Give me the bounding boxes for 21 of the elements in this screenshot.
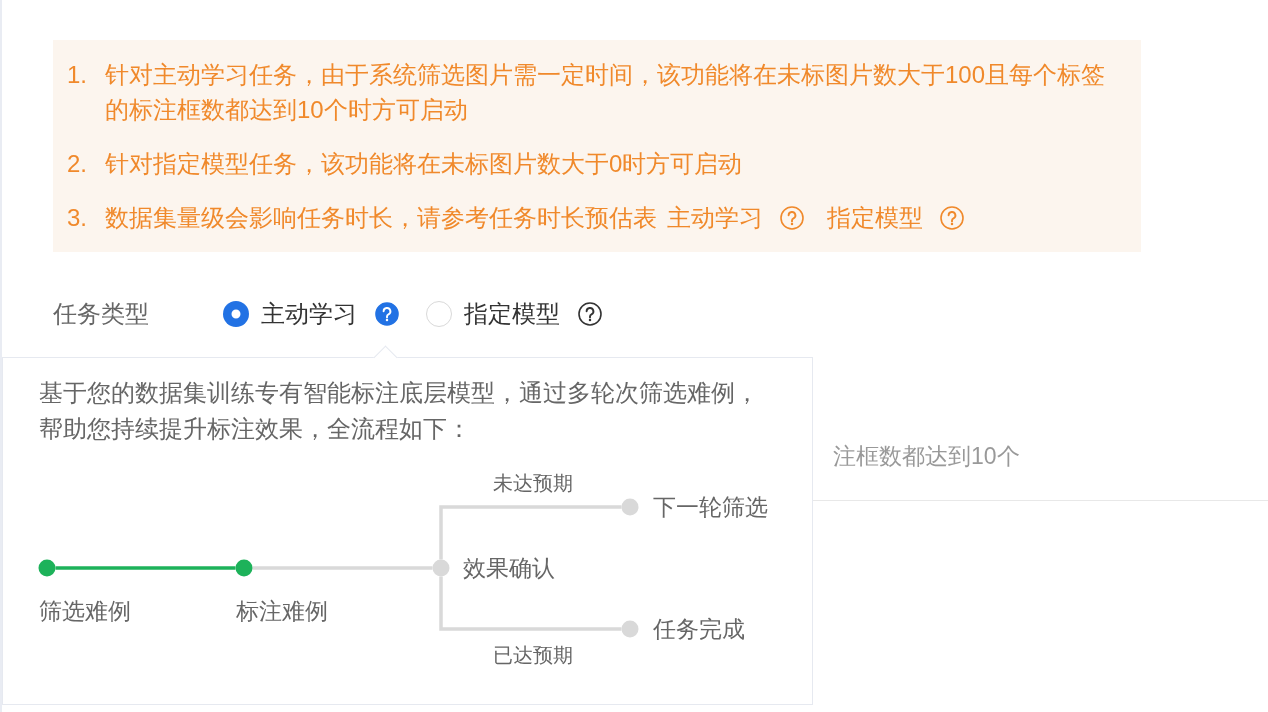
list-number: 2.	[67, 149, 88, 179]
list-number: 1.	[67, 60, 88, 90]
radio-button[interactable]	[426, 301, 452, 327]
notice-text: 针对主动学习任务，由于系统筛选图片需一定时间，该功能将在未标图片数大于100且每个标签的标注框数都达到10个时方可启动	[105, 60, 1107, 125]
condition-label: 未达预期	[493, 472, 573, 494]
radio-label[interactable]: 指定模型	[464, 298, 560, 330]
condition-label: 已达预期	[493, 644, 573, 666]
popover-description: 基于您的数据集训练专有智能标注底层模型，通过多轮次筛选难例，帮助您持续提升标注效果，全流程如下：	[38, 378, 760, 444]
step-label: 筛选难例	[39, 598, 131, 624]
step-label: 下一轮筛选	[653, 494, 768, 520]
radio-button[interactable]	[223, 301, 249, 327]
step-label: 任务完成	[653, 616, 745, 642]
help-icon[interactable]	[578, 302, 602, 326]
list-number: 3.	[67, 203, 88, 233]
step-label: 标注难例	[236, 598, 328, 624]
notice-text: 针对指定模型任务，该功能将在未标图片数大于0时方可启动	[105, 149, 744, 179]
step-label: 效果确认	[463, 555, 555, 581]
field-label: 任务类型	[53, 299, 150, 329]
notice-text: 数据集量级会影响任务时长，请参考任务时长预估表	[105, 204, 657, 231]
hint-text: 注框数都达到10个	[833, 442, 1020, 471]
radio-label[interactable]: 主动学习	[261, 298, 357, 330]
